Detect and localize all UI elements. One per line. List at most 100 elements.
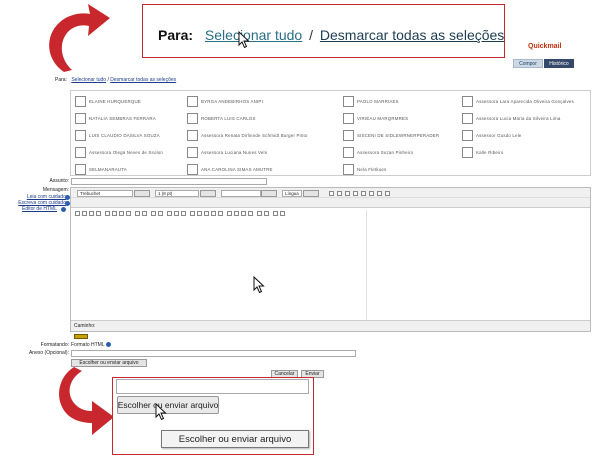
recipient-name: ROBERTA LUIS CARLOS bbox=[201, 116, 256, 121]
help-editor-icon[interactable] bbox=[273, 210, 278, 216]
callout-para-zoom: Para: Selecionar tudo / Desmarcar todas … bbox=[142, 4, 505, 58]
recipient-checkbox[interactable] bbox=[187, 164, 198, 175]
recipient-checkbox[interactable] bbox=[75, 164, 86, 175]
callout-file-input[interactable] bbox=[116, 379, 309, 394]
unlink-icon[interactable] bbox=[174, 210, 179, 216]
recipient-checkbox[interactable] bbox=[187, 96, 198, 107]
callout-choose-file-button[interactable]: Escolher ou enviar arquivo bbox=[117, 396, 219, 414]
special-char-icon[interactable] bbox=[218, 210, 223, 216]
image-icon[interactable] bbox=[197, 210, 202, 216]
unordered-list-icon[interactable] bbox=[126, 210, 131, 216]
align-right-icon[interactable] bbox=[89, 210, 94, 216]
rtl-icon[interactable] bbox=[158, 210, 163, 216]
para-separator: / bbox=[107, 77, 109, 83]
italic-icon[interactable] bbox=[337, 190, 342, 196]
assunto-input[interactable] bbox=[71, 178, 267, 185]
recipient-item[interactable]: SELMANARAUTA bbox=[75, 160, 127, 179]
subscript-icon[interactable] bbox=[361, 190, 366, 196]
recipient-checkbox[interactable] bbox=[343, 147, 354, 158]
recipient-checkbox[interactable] bbox=[462, 147, 473, 158]
format-select[interactable] bbox=[221, 189, 261, 197]
justify-icon[interactable] bbox=[96, 210, 101, 216]
help-icon[interactable] bbox=[61, 207, 66, 212]
mouse-cursor-icon bbox=[155, 403, 167, 421]
help-icon[interactable] bbox=[105, 342, 111, 348]
editor-html-link[interactable]: Editor de HTML bbox=[22, 206, 57, 212]
smiley-icon[interactable] bbox=[211, 210, 216, 216]
recipient-checkbox[interactable] bbox=[343, 164, 354, 175]
callout-para-line: Para: Selecionar tudo / Desmarcar todas … bbox=[158, 27, 504, 43]
mensagem-label: Mensagem: bbox=[42, 187, 69, 193]
recipient-name: SISCENI DE SIDLEWRNERPERADER bbox=[357, 133, 440, 138]
bg-color-icon[interactable] bbox=[142, 210, 147, 216]
recipient-name: PAOLO MARRIAES bbox=[357, 99, 399, 104]
recipient-checkbox[interactable] bbox=[187, 147, 198, 158]
link-icon[interactable] bbox=[167, 210, 172, 216]
indent-icon[interactable] bbox=[105, 210, 110, 216]
text-color-icon[interactable] bbox=[135, 210, 140, 216]
recipient-item[interactable]: Nela Fletkues bbox=[343, 160, 386, 179]
find-icon[interactable] bbox=[241, 210, 246, 216]
recipient-checkbox[interactable] bbox=[462, 130, 473, 141]
recipient-checkbox[interactable] bbox=[75, 130, 86, 141]
recipient-checkbox[interactable] bbox=[343, 113, 354, 124]
formato-text: Formato HTML bbox=[71, 342, 105, 348]
strike-icon[interactable] bbox=[353, 190, 358, 196]
bold-icon[interactable] bbox=[329, 190, 334, 196]
formatando-label: Formatando: bbox=[40, 342, 69, 348]
recipient-item[interactable]: Kalle Ribeiro bbox=[462, 143, 504, 162]
callout-deselect-all-link[interactable]: Desmarcar todas as seleções bbox=[320, 27, 504, 43]
table-icon[interactable] bbox=[204, 210, 209, 216]
toggle-icon[interactable] bbox=[280, 210, 285, 216]
recipient-name: NATALIA SEMBRAS FERRARA bbox=[89, 116, 156, 121]
recipient-item[interactable]: ANA CAROLINA SIMAS AMUTRE bbox=[187, 160, 273, 179]
undo-icon[interactable] bbox=[385, 190, 390, 196]
align-left-icon[interactable] bbox=[75, 210, 80, 216]
recipient-checkbox[interactable] bbox=[462, 96, 473, 107]
spellcheck-icon[interactable] bbox=[227, 210, 232, 216]
recipient-checkbox[interactable] bbox=[187, 130, 198, 141]
format-dropdown-button[interactable] bbox=[261, 189, 277, 197]
recipient-checkbox[interactable] bbox=[75, 113, 86, 124]
align-center-icon[interactable] bbox=[82, 210, 87, 216]
html-source-icon[interactable] bbox=[257, 210, 262, 216]
deselect-all-link[interactable]: Desmarcar todas as seleções bbox=[110, 77, 176, 83]
language-dropdown-button[interactable] bbox=[303, 189, 319, 197]
anexo-input[interactable] bbox=[71, 350, 356, 357]
recipient-checkbox[interactable] bbox=[343, 130, 354, 141]
underline-icon[interactable] bbox=[345, 190, 350, 196]
font-size-select[interactable]: 1 (8 pt) bbox=[155, 189, 199, 197]
recipient-name: BYRGA ANDEBIRHOS ANIPI bbox=[201, 99, 263, 104]
tab-compor[interactable]: Compor bbox=[513, 59, 543, 68]
recipient-checkbox[interactable] bbox=[75, 147, 86, 158]
recipient-checkbox[interactable] bbox=[462, 113, 473, 124]
recipient-name: Nela Fletkues bbox=[357, 167, 387, 172]
font-family-dropdown-button[interactable] bbox=[134, 189, 150, 197]
recipient-name: LUIS CLAUDIO DASILVA SOUZA bbox=[89, 133, 160, 138]
font-size-dropdown-button[interactable] bbox=[200, 189, 216, 197]
font-family-select[interactable]: Trebuchet bbox=[77, 189, 133, 197]
stop-icon[interactable] bbox=[264, 210, 269, 216]
ordered-list-icon[interactable] bbox=[119, 210, 124, 216]
callout-select-all-link[interactable]: Selecionar tudo bbox=[205, 27, 302, 43]
hr-icon[interactable] bbox=[190, 210, 195, 216]
para-label: Para: bbox=[55, 77, 67, 83]
text-direction-icon[interactable] bbox=[151, 210, 156, 216]
superscript-icon[interactable] bbox=[369, 190, 374, 196]
formato-value: Formato HTML bbox=[71, 342, 111, 348]
anchor-icon[interactable] bbox=[181, 210, 186, 216]
tab-historico[interactable]: Histórico bbox=[544, 59, 574, 68]
recipient-checkbox[interactable] bbox=[343, 96, 354, 107]
recipient-checkbox[interactable] bbox=[75, 96, 86, 107]
recipient-grid: ELAINE HURQUERQUE BYRGA ANDEBIRHOS ANIPI… bbox=[70, 90, 591, 176]
recipient-name: Assessor Gusdo Lele bbox=[476, 133, 522, 138]
recipient-checkbox[interactable] bbox=[187, 113, 198, 124]
language-select[interactable]: Língua bbox=[282, 189, 302, 197]
fullscreen-icon[interactable] bbox=[234, 210, 239, 216]
select-all-link[interactable]: Selecionar tudo bbox=[71, 77, 106, 83]
recipient-name: Assessora Luciana Nunes Velo bbox=[201, 150, 268, 155]
replace-icon[interactable] bbox=[248, 210, 253, 216]
clean-icon[interactable] bbox=[377, 190, 382, 196]
anexo-label: Anexo (Opcional): bbox=[28, 350, 69, 356]
outdent-icon[interactable] bbox=[112, 210, 117, 216]
